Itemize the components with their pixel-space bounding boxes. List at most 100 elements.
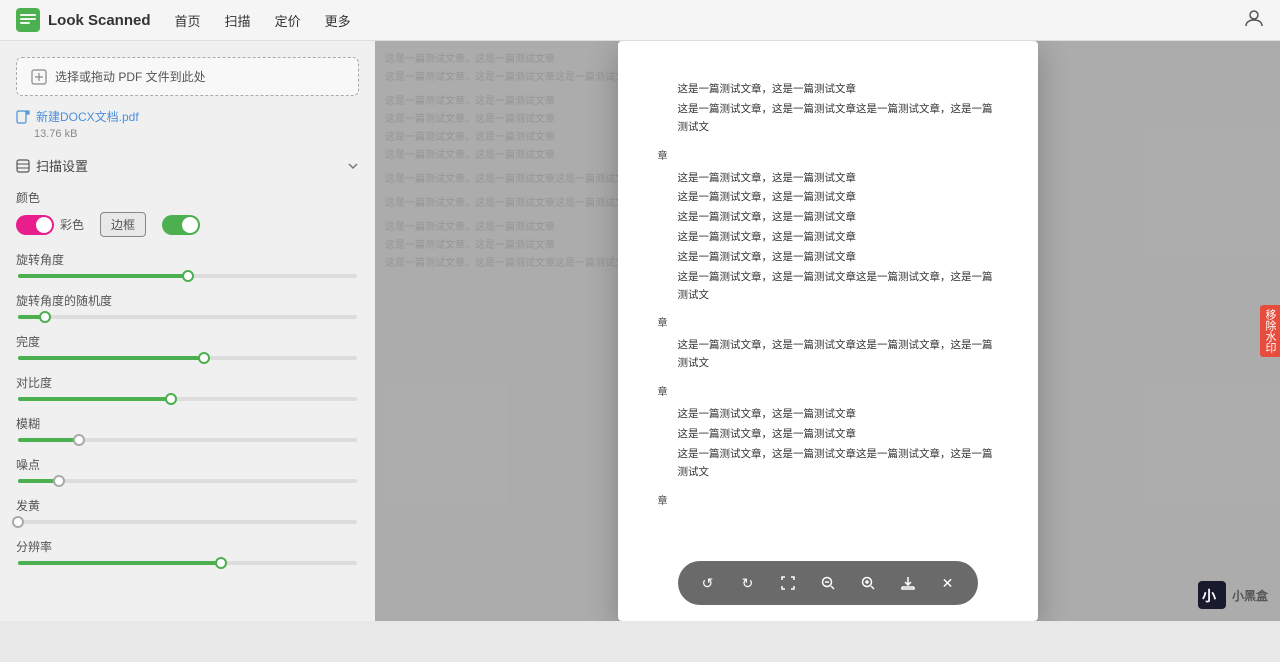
settings-icon bbox=[16, 159, 30, 173]
color-controls: 彩色 边框 bbox=[16, 212, 359, 237]
download-button[interactable] bbox=[894, 569, 922, 597]
yellowing-slider-container: 发黄 bbox=[16, 497, 359, 524]
blur-slider-container: 模糊 bbox=[16, 415, 359, 442]
modal-overlay: 这是一篇测试文章，这是一篇测试文章 这是一篇测试文章，这是一篇测试文章这是一篇测… bbox=[375, 41, 1280, 621]
doc-line-2: 这是一篇测试文章，这是一篇测试文章这是一篇测试文章，这是一篇测试文 bbox=[658, 101, 998, 137]
zoom-out-button[interactable] bbox=[814, 569, 842, 597]
rotation-track[interactable] bbox=[18, 274, 357, 278]
doc-line-11: 这是一篇测试文章，这是一篇测试文章 bbox=[658, 426, 998, 444]
content-area: 这是一篇测试文章，这是一篇测试文章 这是一篇测试文章，这是一篇测试文章这是一篇测… bbox=[375, 41, 1280, 621]
noise-track[interactable] bbox=[18, 479, 357, 483]
xiaoheihe-logo-icon: 小 bbox=[1198, 581, 1226, 609]
doc-bullet-2: 章 bbox=[658, 314, 998, 329]
header: Look Scanned 首页 扫描 定价 更多 bbox=[0, 0, 1280, 41]
completeness-thumb[interactable] bbox=[198, 352, 210, 364]
color-toggle-label: 彩色 bbox=[60, 216, 84, 233]
doc-line-1: 这是一篇测试文章，这是一篇测试文章 bbox=[658, 81, 998, 99]
rotation-rand-slider-container: 旋转角度的随机度 bbox=[16, 292, 359, 319]
file-name: 新建DOCX文档.pdf bbox=[36, 108, 139, 125]
main-layout: 选择或拖动 PDF 文件到此处 新建DOCX文档.pdf 13.76 kB bbox=[0, 41, 1280, 621]
doc-line-5: 这是一篇测试文章，这是一篇测试文章 bbox=[658, 209, 998, 227]
settings-label: 扫描设置 bbox=[36, 156, 88, 175]
bw-toggle-item bbox=[162, 215, 200, 235]
nav-scan[interactable]: 扫描 bbox=[225, 11, 251, 30]
logo: Look Scanned bbox=[16, 8, 151, 32]
yellowing-thumb[interactable] bbox=[12, 516, 24, 528]
resolution-label: 分辨率 bbox=[16, 538, 359, 555]
contrast-slider-container: 对比度 bbox=[16, 374, 359, 401]
logo-text: Look Scanned bbox=[48, 12, 151, 29]
toggle-row: 彩色 边框 bbox=[16, 212, 200, 237]
doc-content: 这是一篇测试文章，这是一篇测试文章 这是一篇测试文章，这是一篇测试文章这是一篇测… bbox=[658, 81, 998, 507]
nav-home[interactable]: 首页 bbox=[175, 11, 201, 30]
rotation-rand-label: 旋转角度的随机度 bbox=[16, 292, 359, 309]
doc-line-4: 这是一篇测试文章，这是一篇测试文章 bbox=[658, 189, 998, 207]
yellowing-label: 发黄 bbox=[16, 497, 359, 514]
main-nav: 首页 扫描 定价 更多 bbox=[175, 11, 351, 30]
rotation-rand-track[interactable] bbox=[18, 315, 357, 319]
color-toggle-item: 彩色 bbox=[16, 215, 84, 235]
upload-icon bbox=[31, 69, 47, 85]
bottom-logo-text: 小黑盒 bbox=[1232, 587, 1268, 604]
contrast-label: 对比度 bbox=[16, 374, 359, 391]
doc-line-10: 这是一篇测试文章，这是一篇测试文章 bbox=[658, 406, 998, 424]
resolution-slider-container: 分辨率 bbox=[16, 538, 359, 565]
settings-title: 扫描设置 bbox=[16, 156, 88, 175]
bw-toggle[interactable] bbox=[162, 215, 200, 235]
nav-pricing[interactable]: 定价 bbox=[275, 11, 301, 30]
doc-line-6: 这是一篇测试文章，这是一篇测试文章 bbox=[658, 229, 998, 247]
close-button[interactable]: ✕ bbox=[934, 569, 962, 597]
watermark-badge[interactable]: 移除水印 bbox=[1260, 305, 1280, 357]
svg-text:小: 小 bbox=[1202, 588, 1216, 604]
contrast-thumb[interactable] bbox=[165, 393, 177, 405]
doc-line-12: 这是一篇测试文章，这是一篇测试文章这是一篇测试文章，这是一篇测试文 bbox=[658, 446, 998, 482]
rotate-left-button[interactable]: ↺ bbox=[694, 569, 722, 597]
doc-line-3: 这是一篇测试文章，这是一篇测试文章 bbox=[658, 170, 998, 188]
file-icon bbox=[16, 110, 30, 124]
document-preview: 这是一篇测试文章，这是一篇测试文章 这是一篇测试文章，这是一篇测试文章这是一篇测… bbox=[618, 41, 1038, 621]
contrast-track[interactable] bbox=[18, 397, 357, 401]
completeness-track[interactable] bbox=[18, 356, 357, 360]
bw-button[interactable]: 边框 bbox=[100, 212, 146, 237]
rotation-rand-thumb[interactable] bbox=[39, 311, 51, 323]
yellowing-track[interactable] bbox=[18, 520, 357, 524]
rotate-right-button[interactable]: ↻ bbox=[734, 569, 762, 597]
rotation-label: 旋转角度 bbox=[16, 251, 359, 268]
blur-thumb[interactable] bbox=[73, 434, 85, 446]
bottom-logo: 小 小黑盒 bbox=[1198, 581, 1268, 609]
resolution-fill bbox=[18, 561, 221, 565]
color-toggle[interactable] bbox=[16, 215, 54, 235]
blur-track[interactable] bbox=[18, 438, 357, 442]
noise-label: 噪点 bbox=[16, 456, 359, 473]
doc-line-8: 这是一篇测试文章，这是一篇测试文章这是一篇测试文章，这是一篇测试文 bbox=[658, 269, 998, 305]
completeness-slider-container: 完度 bbox=[16, 333, 359, 360]
resolution-thumb[interactable] bbox=[215, 557, 227, 569]
noise-thumb[interactable] bbox=[53, 475, 65, 487]
blur-fill bbox=[18, 438, 79, 442]
file-info: 新建DOCX文档.pdf 13.76 kB bbox=[16, 108, 359, 140]
file-size: 13.76 kB bbox=[34, 128, 359, 140]
file-name-row: 新建DOCX文档.pdf bbox=[16, 108, 359, 125]
chevron-down-icon bbox=[347, 160, 359, 172]
rotation-fill bbox=[18, 274, 188, 278]
sidebar: 选择或拖动 PDF 文件到此处 新建DOCX文档.pdf 13.76 kB bbox=[0, 41, 375, 621]
noise-slider-container: 噪点 bbox=[16, 456, 359, 483]
doc-toolbar: ↺ ↻ bbox=[678, 561, 978, 605]
completeness-label: 完度 bbox=[16, 333, 359, 350]
doc-bullet-4: 章 bbox=[658, 492, 998, 507]
file-upload-area[interactable]: 选择或拖动 PDF 文件到此处 bbox=[16, 57, 359, 96]
doc-bullet-3: 章 bbox=[658, 383, 998, 398]
rotation-slider-container: 旋转角度 bbox=[16, 251, 359, 278]
completeness-fill bbox=[18, 356, 204, 360]
settings-header[interactable]: 扫描设置 bbox=[16, 156, 359, 175]
nav-more[interactable]: 更多 bbox=[325, 11, 351, 30]
doc-line-7: 这是一篇测试文章，这是一篇测试文章 bbox=[658, 249, 998, 267]
zoom-in-button[interactable] bbox=[854, 569, 882, 597]
scan-settings: 扫描设置 颜色 彩色 bbox=[16, 156, 359, 565]
resolution-track[interactable] bbox=[18, 561, 357, 565]
color-label: 颜色 bbox=[16, 189, 359, 206]
rotation-thumb[interactable] bbox=[182, 270, 194, 282]
fit-page-button[interactable] bbox=[774, 569, 802, 597]
user-icon[interactable] bbox=[1244, 8, 1264, 33]
doc-line-9: 这是一篇测试文章，这是一篇测试文章这是一篇测试文章，这是一篇测试文 bbox=[658, 337, 998, 373]
